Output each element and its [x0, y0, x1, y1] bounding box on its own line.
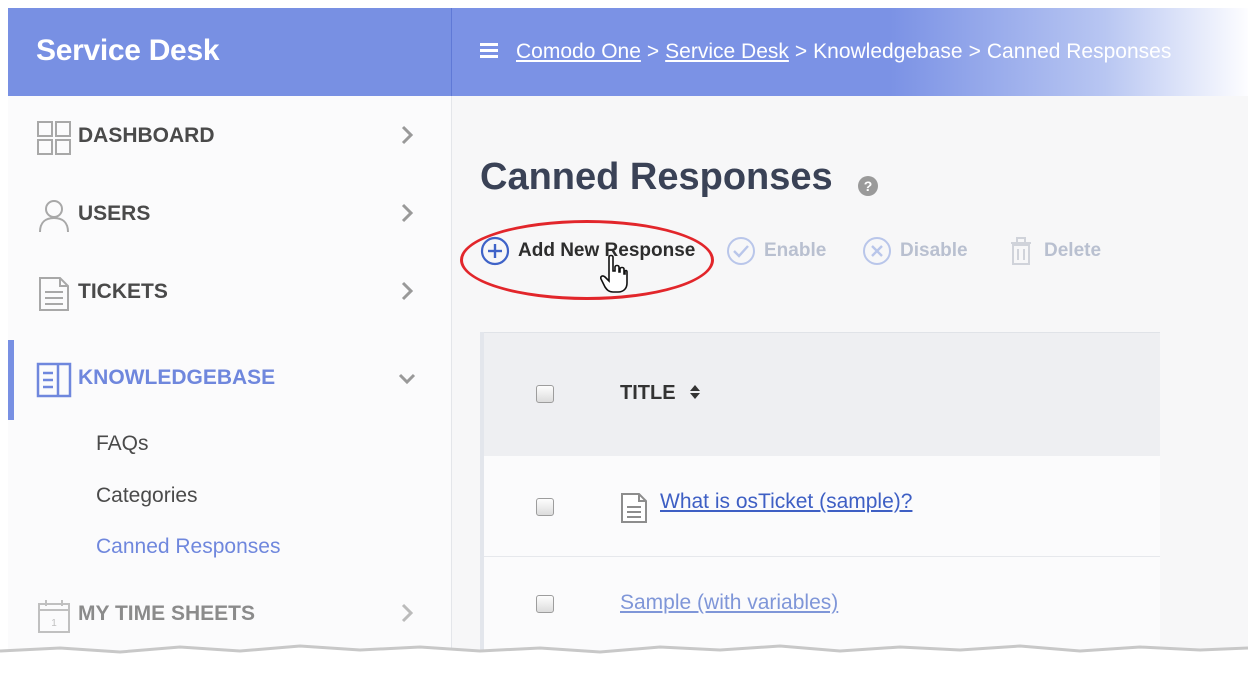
sidebar-subitem-faqs[interactable]: FAQs [96, 432, 149, 456]
chevron-right-icon [401, 125, 414, 145]
app-window: Service Desk Comodo One > Service Desk > Kno… [8, 8, 1248, 658]
add-new-response-button[interactable]: Add New Response [480, 234, 700, 270]
canned-responses-table: TITLE What is osTicket (sample)? Sample … [480, 332, 1160, 658]
sidebar-item-label: KNOWLEDGEBASE [78, 366, 276, 389]
sidebar-item-tickets[interactable]: TICKETS [8, 264, 451, 320]
table-row[interactable]: What is osTicket (sample)? [484, 456, 1160, 557]
torn-edge [0, 644, 1248, 675]
sidebar-item-label: MY TIME SHEETS [78, 602, 255, 625]
chevron-down-icon [398, 373, 416, 385]
select-all-checkbox[interactable] [536, 385, 554, 403]
hand-cursor-icon [600, 254, 628, 293]
knowledgebase-icon [36, 362, 72, 398]
disable-label: Disable [900, 240, 968, 261]
breadcrumb-separator: > [968, 40, 981, 63]
disable-button[interactable]: Disable [862, 234, 982, 270]
breadcrumb-separator: > [794, 40, 808, 63]
sidebar-subitem-canned-responses[interactable]: Canned Responses [96, 535, 280, 559]
sidebar-item-label: USERS [78, 202, 151, 225]
row-checkbox[interactable] [536, 595, 554, 613]
breadcrumb-knowledgebase: Knowledgebase [813, 40, 963, 63]
active-indicator [8, 340, 14, 420]
hamburger-menu-icon[interactable] [480, 43, 498, 58]
breadcrumb-comodo-one[interactable]: Comodo One [516, 40, 641, 63]
chevron-right-icon [401, 281, 414, 301]
row-checkbox[interactable] [536, 498, 554, 516]
sidebar: DASHBOARD USERS TICKETS KNOWLEDGEBASE FA… [8, 96, 452, 658]
main-content: Canned Responses ? Add New Response Enab… [452, 96, 1248, 658]
app-title: Service Desk [36, 34, 220, 67]
breadcrumb-service-desk[interactable]: Service Desk [665, 40, 789, 63]
sidebar-item-dashboard[interactable]: DASHBOARD [8, 108, 451, 164]
sidebar-item-my-time-sheets[interactable]: 1 MY TIME SHEETS [8, 586, 451, 642]
breadcrumb-bar: Comodo One > Service Desk > Knowledgebase > Ca… [452, 8, 1248, 96]
sidebar-item-users[interactable]: USERS [8, 186, 451, 242]
response-title-link[interactable]: Sample (with variables) [620, 591, 838, 615]
enable-label: Enable [764, 240, 827, 261]
delete-label: Delete [1044, 240, 1102, 261]
toolbar: Add New Response Enable Disable Delete [480, 234, 1240, 270]
check-circle-icon [727, 237, 755, 265]
help-icon[interactable]: ? [858, 176, 878, 196]
sidebar-item-label: TICKETS [78, 280, 168, 303]
sort-icon[interactable] [689, 382, 701, 402]
sidebar-item-knowledgebase[interactable]: KNOWLEDGEBASE [8, 340, 451, 420]
column-header-title[interactable]: TITLE [620, 382, 676, 405]
chevron-right-icon [401, 603, 414, 623]
sidebar-item-label: DASHBOARD [78, 124, 215, 147]
dashboard-icon [37, 121, 71, 155]
trash-icon [1011, 237, 1031, 265]
ticket-icon [39, 277, 69, 311]
svg-text:1: 1 [51, 618, 57, 629]
sidebar-subitem-categories[interactable]: Categories [96, 484, 198, 508]
user-icon [39, 200, 69, 233]
calendar-icon: 1 [38, 600, 70, 633]
chevron-right-icon [401, 203, 414, 223]
x-circle-icon [863, 237, 891, 265]
delete-button[interactable]: Delete [1006, 234, 1116, 270]
breadcrumb: Comodo One > Service Desk > Knowledgebase > Ca… [516, 40, 1171, 64]
breadcrumb-canned-responses: Canned Responses [986, 40, 1172, 63]
breadcrumb-separator: > [646, 40, 660, 63]
plus-circle-icon [480, 236, 510, 266]
enable-button[interactable]: Enable [726, 234, 836, 270]
document-icon [621, 493, 647, 523]
response-title-link[interactable]: What is osTicket (sample)? [660, 490, 912, 514]
page-title: Canned Responses [480, 156, 833, 198]
table-header: TITLE [484, 332, 1160, 457]
brand-bar: Service Desk [8, 8, 452, 96]
